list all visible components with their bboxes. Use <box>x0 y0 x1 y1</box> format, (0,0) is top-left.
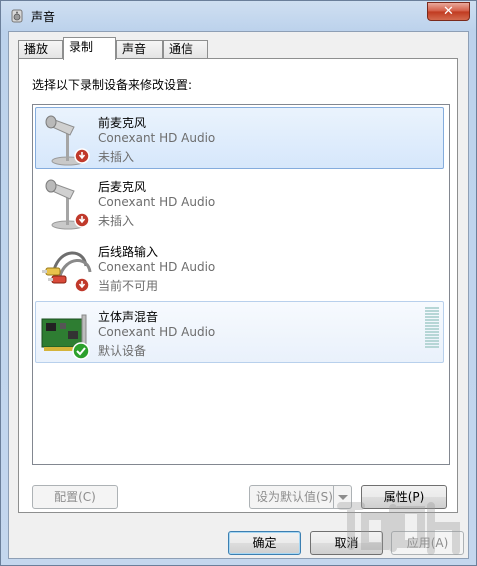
device-item-rear-line-in[interactable]: 后线路输入 Conexant HD Audio 当前不可用 <box>35 236 444 298</box>
close-button[interactable]: ✕ <box>427 2 470 21</box>
instruction-text: 选择以下录制设备来修改设置: <box>32 78 193 92</box>
dialog-client-area: 播放 录制 声音 通信 选择以下录制设备来修改设置: 前麦克风 Conexant… <box>8 31 469 559</box>
window-title: 声音 <box>31 10 56 24</box>
device-name: 前麦克风 <box>98 116 147 130</box>
tab-recording[interactable]: 录制 <box>63 37 116 60</box>
close-icon: ✕ <box>443 4 454 19</box>
device-status: 未插入 <box>98 150 135 164</box>
sound-dialog: 声音 ✕ 播放 录制 声音 通信 选择以下录制设备来修改设置: 前麦克风 Con… <box>0 0 477 566</box>
default-check-icon <box>72 342 90 360</box>
device-status: 默认设备 <box>98 344 147 358</box>
tab-sounds[interactable]: 声音 <box>116 40 163 58</box>
device-driver: Conexant HD Audio <box>98 131 216 145</box>
device-item-front-mic[interactable]: 前麦克风 Conexant HD Audio 未插入 <box>35 107 444 169</box>
level-meter <box>425 307 439 349</box>
tab-communications[interactable]: 通信 <box>163 40 208 58</box>
device-item-rear-mic[interactable]: 后麦克风 Conexant HD Audio 未插入 <box>35 171 444 233</box>
unplugged-badge-icon <box>74 212 90 228</box>
device-status: 当前不可用 <box>98 279 159 293</box>
unplugged-badge-icon <box>74 148 90 164</box>
tab-playback[interactable]: 播放 <box>18 40 63 58</box>
set-default-label: 设为默认值(S) <box>256 490 333 504</box>
title-bar[interactable]: 声音 ✕ <box>1 1 476 31</box>
device-item-stereo-mix[interactable]: 立体声混音 Conexant HD Audio 默认设备 <box>35 301 444 363</box>
device-list[interactable]: 前麦克风 Conexant HD Audio 未插入 后麦克风 Conexant… <box>32 104 450 465</box>
recording-tab-page: 选择以下录制设备来修改设置: 前麦克风 Conexant HD Audio 未插… <box>18 58 458 513</box>
speaker-icon <box>11 9 23 23</box>
device-status: 未插入 <box>98 214 135 228</box>
device-name: 后麦克风 <box>98 180 147 194</box>
configure-button[interactable]: 配置(C) <box>32 485 118 509</box>
ok-button[interactable]: 确定 <box>228 531 301 555</box>
device-driver: Conexant HD Audio <box>98 260 216 274</box>
device-name: 立体声混音 <box>98 310 159 324</box>
device-name: 后线路输入 <box>98 245 159 259</box>
device-driver: Conexant HD Audio <box>98 195 216 209</box>
watermark-graphic <box>337 502 460 555</box>
device-driver: Conexant HD Audio <box>98 325 216 339</box>
unplugged-badge-icon <box>74 277 90 293</box>
